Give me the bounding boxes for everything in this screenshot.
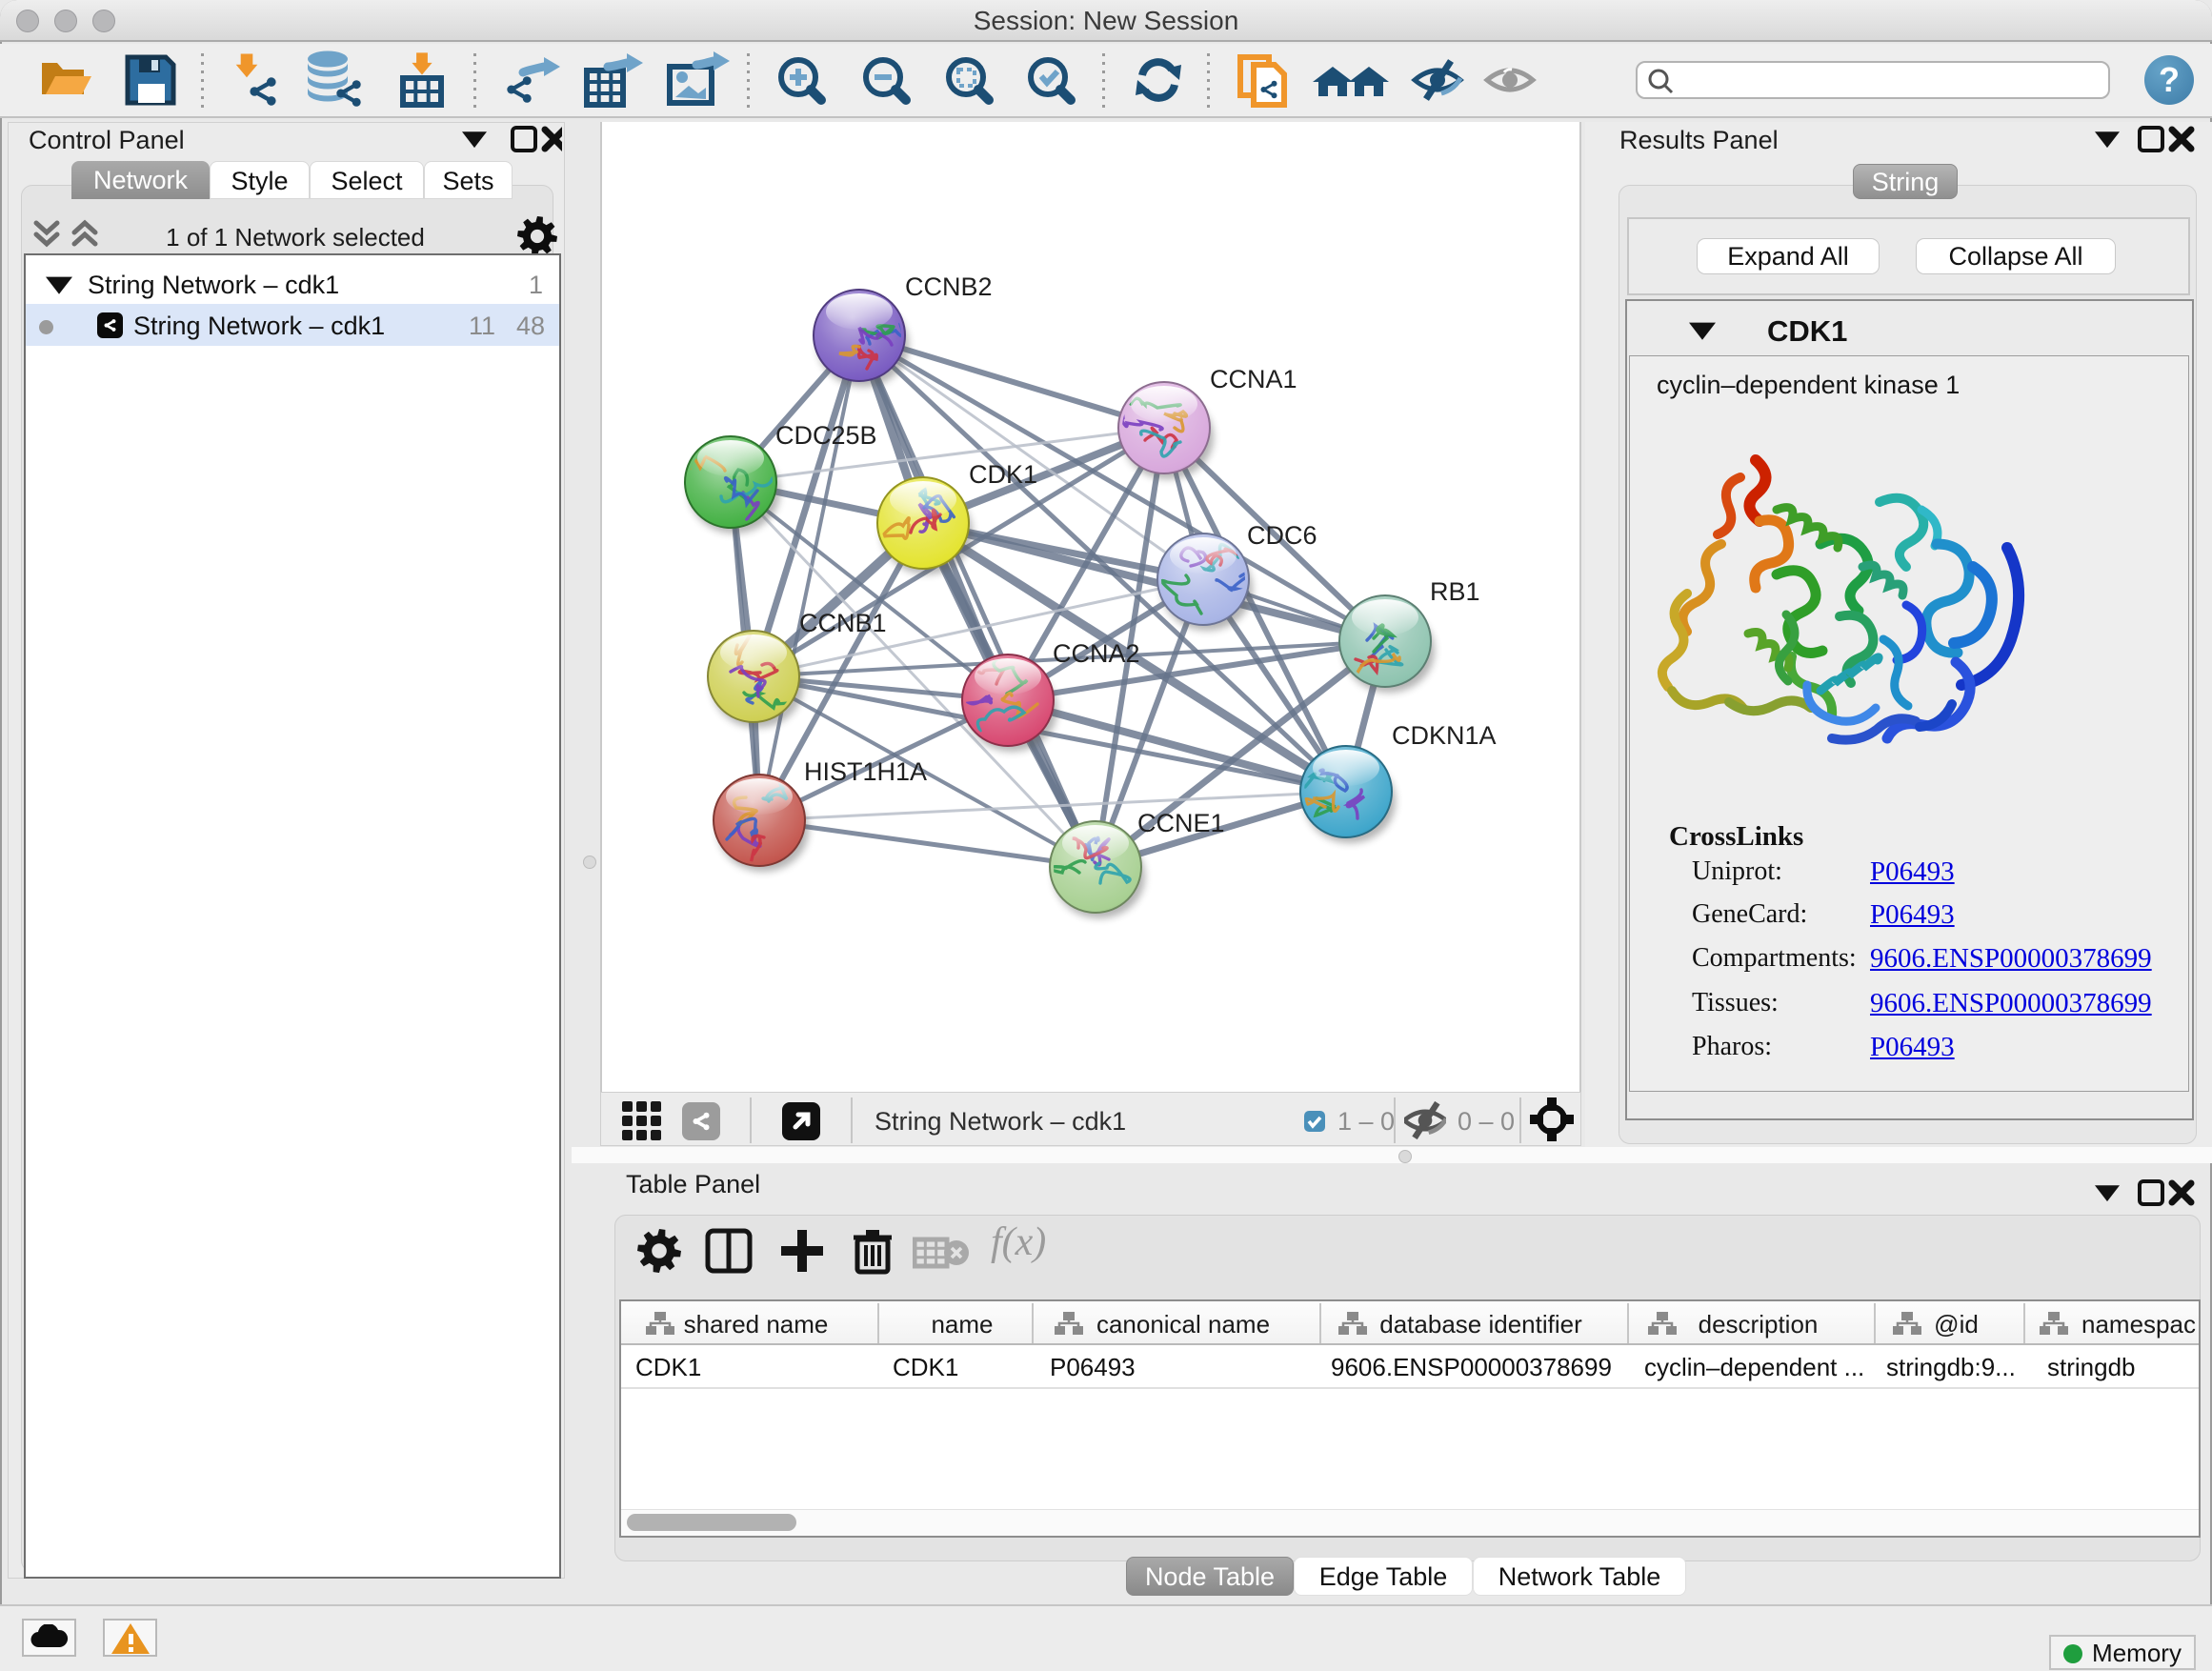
svg-text:HIST1H1A: HIST1H1A	[804, 757, 927, 786]
svg-text:CCNB2: CCNB2	[905, 272, 993, 301]
svg-text:CDC25B: CDC25B	[775, 421, 877, 450]
svg-text:CCNA1: CCNA1	[1210, 365, 1297, 393]
svg-text:CDK1: CDK1	[969, 460, 1037, 489]
svg-text:RB1: RB1	[1430, 577, 1480, 606]
svg-text:CDC6: CDC6	[1247, 521, 1317, 550]
svg-text:CCNE1: CCNE1	[1137, 809, 1225, 837]
svg-text:CCNB1: CCNB1	[799, 609, 887, 637]
svg-text:CCNA2: CCNA2	[1053, 639, 1140, 668]
svg-text:CDKN1A: CDKN1A	[1392, 721, 1497, 750]
